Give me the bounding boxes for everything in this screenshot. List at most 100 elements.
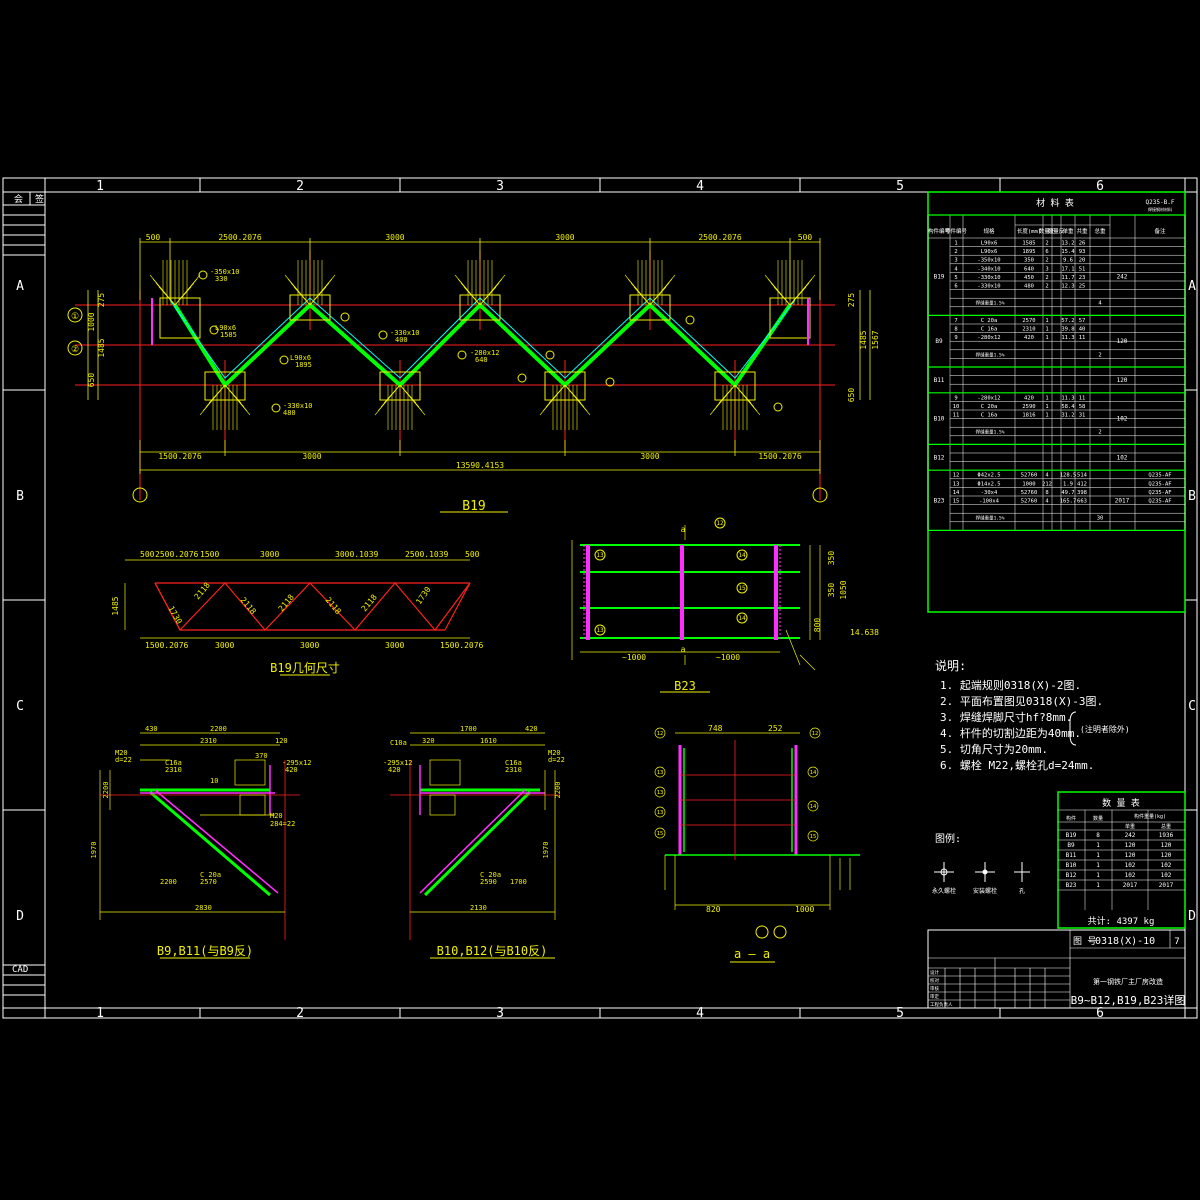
table-cell: Q235-AF xyxy=(1148,473,1171,479)
svg-text:1500.2076: 1500.2076 xyxy=(758,452,802,461)
group-name: B12 xyxy=(934,454,945,461)
table-cell: 11.3 xyxy=(1061,335,1074,341)
col-label: 3 xyxy=(496,179,504,194)
svg-text:13: 13 xyxy=(657,770,664,776)
qty-cell: B11 xyxy=(1066,852,1077,859)
svg-text:2200: 2200 xyxy=(102,782,110,799)
table-cell: 20 xyxy=(1079,258,1086,264)
svg-text:1895: 1895 xyxy=(295,361,312,369)
svg-text:1500.2076: 1500.2076 xyxy=(440,641,484,650)
group-total: 120 xyxy=(1117,377,1128,384)
svg-text:2200: 2200 xyxy=(554,782,562,799)
table-cell: 52760 xyxy=(1021,473,1038,479)
table-cell: 2 xyxy=(1045,284,1048,290)
svg-text:500: 500 xyxy=(465,550,480,559)
svg-text:12: 12 xyxy=(657,731,664,737)
title-block: 图 号 0318(X)-10 7 第一钢铁厂主厂房改造 B9~B12,B19,B… xyxy=(927,929,1186,1009)
svg-text:校对: 校对 xyxy=(930,977,939,984)
svg-text:330: 330 xyxy=(215,275,228,283)
svg-text:工程负责人: 工程负责人 xyxy=(930,1001,953,1008)
svg-text:1730: 1730 xyxy=(166,605,184,626)
table-cell: 212 xyxy=(1042,481,1052,487)
svg-text:~1000: ~1000 xyxy=(622,653,646,662)
qty-cell: 1 xyxy=(1096,842,1100,849)
table-cell: Q235-AF xyxy=(1148,499,1171,505)
table-cell: 58.4 xyxy=(1061,404,1075,410)
qty-cell: 2017 xyxy=(1123,882,1138,889)
table-cell: 128.5 xyxy=(1060,473,1077,479)
cad-drawing-canvas[interactable]: 1 2 3 4 5 6 1 2 3 4 5 6 A B C D A B C D … xyxy=(0,0,1200,1200)
qty-cell: 242 xyxy=(1125,832,1136,839)
table-cell: 2 xyxy=(1098,352,1101,358)
qty-cell: B10 xyxy=(1066,862,1077,869)
table-cell: 13.2 xyxy=(1061,241,1074,247)
qty-cell: 120 xyxy=(1161,842,1172,849)
svg-text:2590: 2590 xyxy=(480,878,497,886)
group-name: B23 xyxy=(934,497,945,504)
table-cell: 2590 xyxy=(1022,404,1035,410)
svg-text:2500.2076: 2500.2076 xyxy=(155,550,199,559)
svg-text:252: 252 xyxy=(768,724,783,733)
svg-text:420: 420 xyxy=(388,766,401,774)
svg-text:2570: 2570 xyxy=(200,878,217,886)
table-cell: C 16a xyxy=(981,327,998,333)
svg-text:1500: 1500 xyxy=(200,550,219,559)
table-cell: 39.8 xyxy=(1061,327,1074,333)
table-cell: 焊缝重量1.5% xyxy=(976,351,1005,358)
group-name: B11 xyxy=(934,377,945,384)
table-cell: 6 xyxy=(954,284,957,290)
table-cell: 4 xyxy=(954,266,958,272)
svg-text:C10a: C10a xyxy=(390,739,407,747)
note-item: 3. 焊缝焊脚尺寸hf?8mm. xyxy=(940,710,1072,724)
qty-header: 数量 xyxy=(1093,815,1103,822)
table-cell: 2 xyxy=(1045,241,1048,247)
svg-text:a: a xyxy=(681,525,686,534)
qty-cell: 102 xyxy=(1125,872,1136,879)
notes-title: 说明: xyxy=(935,658,966,673)
table-cell: Q235-AF xyxy=(1148,481,1171,487)
svg-text:1485: 1485 xyxy=(859,330,868,349)
svg-text:2500.2076: 2500.2076 xyxy=(698,233,742,242)
col-label: 3 xyxy=(496,1006,504,1021)
group-total: 102 xyxy=(1117,454,1128,461)
svg-text:1730: 1730 xyxy=(414,585,433,606)
material-table-sub: 焊接钢材材料 xyxy=(1148,206,1172,212)
table-cell: 焊缝重量1.5% xyxy=(976,300,1005,307)
table-cell: 420 xyxy=(1024,335,1034,341)
svg-text:800: 800 xyxy=(813,618,822,633)
table-cell: 10 xyxy=(953,404,960,410)
notes: 说明: 1. 起端规则0318(X)-2图. 2. 平面布置图见0318(X)-… xyxy=(935,658,1130,772)
table-cell: 52760 xyxy=(1021,499,1038,505)
col-label: 2 xyxy=(296,179,304,194)
svg-text:~1000: ~1000 xyxy=(716,653,740,662)
qty-cell: B12 xyxy=(1066,872,1077,879)
b19-truss: ① ② 500 2500.2076 3000 3000 2500.2076 50… xyxy=(67,233,880,514)
svg-text:640: 640 xyxy=(475,356,488,364)
svg-text:审核: 审核 xyxy=(930,985,939,992)
svg-text:3000: 3000 xyxy=(215,641,234,650)
svg-text:500: 500 xyxy=(798,233,813,242)
qty-header: 总重 xyxy=(1161,823,1171,830)
table-cell: -330x10 xyxy=(977,275,1000,281)
sign-cell: 签 xyxy=(35,193,44,205)
table-cell: 2570 xyxy=(1022,318,1035,324)
svg-text:14.638: 14.638 xyxy=(850,628,879,637)
note-item: 5. 切角尺寸为20mm. xyxy=(940,742,1048,756)
table-cell: 1816 xyxy=(1022,413,1035,419)
qty-cell: 102 xyxy=(1161,862,1172,869)
b9-title: B9,B11(与B9反) xyxy=(157,944,253,958)
col-label: 4 xyxy=(696,179,704,194)
table-cell: -30x4 xyxy=(981,490,998,496)
table-cell: 398 xyxy=(1077,490,1087,496)
table-cell: 23 xyxy=(1079,275,1086,281)
table-cell: 17.1 xyxy=(1061,266,1074,272)
table-cell: 51 xyxy=(1079,266,1086,272)
svg-text:2130: 2130 xyxy=(470,904,487,912)
table-cell: 165.7 xyxy=(1060,499,1077,505)
table-cell: 40 xyxy=(1079,327,1086,333)
svg-text:120: 120 xyxy=(275,737,288,745)
table-cell: 1000 xyxy=(1022,481,1035,487)
group-total: 102 xyxy=(1117,416,1128,423)
svg-text:2310: 2310 xyxy=(165,766,182,774)
table-cell: 1 xyxy=(1045,404,1048,410)
